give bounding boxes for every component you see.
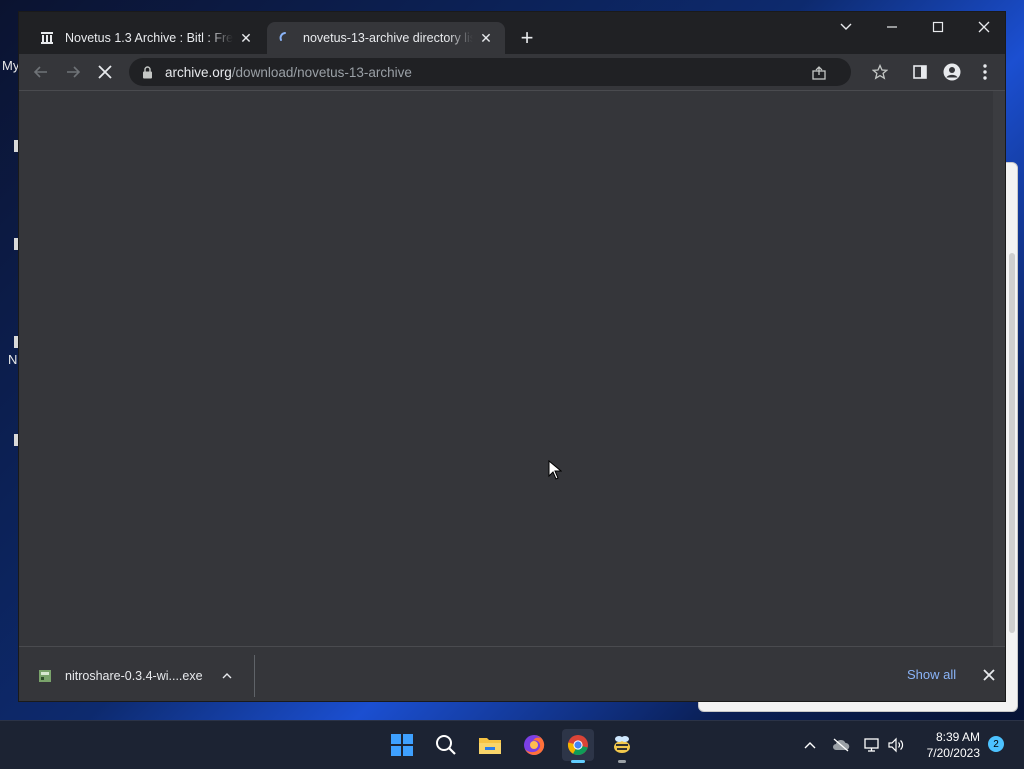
search-icon[interactable] bbox=[430, 729, 462, 761]
tab-novetus-archive[interactable]: Novetus 1.3 Archive : Bitl : Free D ✕ bbox=[29, 22, 265, 54]
browser-toolbar: archive.org/download/novetus-13-archive bbox=[19, 54, 1005, 91]
download-separator bbox=[254, 655, 255, 697]
desktop-label-n: N bbox=[8, 352, 18, 367]
tab-strip: Novetus 1.3 Archive : Bitl : Free D ✕ no… bbox=[19, 12, 1005, 54]
tab-title: novetus-13-archive directory listi bbox=[303, 31, 473, 45]
forward-arrow-icon[interactable] bbox=[59, 58, 87, 86]
page-content[interactable] bbox=[19, 91, 1005, 646]
tab-directory-listing[interactable]: novetus-13-archive directory listi ✕ bbox=[267, 22, 505, 54]
download-item[interactable]: nitroshare-0.3.4-wi....exe bbox=[37, 663, 235, 689]
page-scrollbar[interactable] bbox=[993, 91, 1005, 646]
download-file-name: nitroshare-0.3.4-wi....exe bbox=[65, 669, 203, 683]
tab-search-icon[interactable] bbox=[823, 12, 869, 42]
kebab-menu-icon[interactable] bbox=[976, 63, 994, 81]
app-icon[interactable] bbox=[606, 729, 638, 763]
new-tab-button[interactable]: + bbox=[515, 26, 539, 50]
file-explorer-icon[interactable] bbox=[474, 729, 506, 761]
close-tab-icon[interactable]: ✕ bbox=[237, 29, 255, 47]
share-icon[interactable] bbox=[810, 64, 828, 82]
stop-loading-icon[interactable] bbox=[91, 58, 119, 86]
side-panel-icon[interactable] bbox=[911, 63, 929, 81]
archive-icon bbox=[39, 30, 55, 46]
profile-icon[interactable] bbox=[943, 63, 961, 81]
maximize-icon[interactable] bbox=[915, 12, 961, 42]
clock-time: 8:39 AM bbox=[935, 730, 980, 744]
close-window-icon[interactable] bbox=[961, 12, 1005, 42]
url-text: archive.org/download/novetus-13-archive bbox=[165, 65, 412, 80]
active-app-indicator bbox=[571, 760, 585, 763]
system-clock[interactable]: 8:39 AM 7/20/2023 bbox=[918, 729, 980, 761]
lock-icon[interactable] bbox=[139, 64, 155, 80]
desktop-label-my: My bbox=[2, 58, 20, 73]
background-window-scrollbar[interactable] bbox=[1009, 253, 1015, 633]
running-app-indicator bbox=[618, 760, 626, 763]
show-all-downloads-link[interactable]: Show all bbox=[907, 667, 956, 682]
url-path: /download/novetus-13-archive bbox=[231, 64, 412, 80]
chrome-window: Novetus 1.3 Archive : Bitl : Free D ✕ no… bbox=[18, 11, 1006, 702]
star-icon[interactable] bbox=[871, 63, 889, 81]
close-download-shelf-icon[interactable] bbox=[979, 665, 999, 685]
close-tab-icon[interactable]: ✕ bbox=[477, 29, 495, 47]
back-arrow-icon[interactable] bbox=[27, 58, 55, 86]
tab-title: Novetus 1.3 Archive : Bitl : Free D bbox=[65, 31, 233, 45]
onedrive-offline-icon[interactable] bbox=[831, 735, 851, 755]
installer-file-icon bbox=[39, 670, 51, 682]
network-icon[interactable] bbox=[862, 735, 882, 755]
clock-date: 7/20/2023 bbox=[926, 746, 980, 760]
taskbar: 8:39 AM 7/20/2023 2 bbox=[0, 720, 1024, 769]
notification-badge[interactable]: 2 bbox=[988, 736, 1004, 752]
firefox-icon[interactable] bbox=[518, 729, 550, 761]
volume-icon[interactable] bbox=[886, 735, 906, 755]
address-bar[interactable]: archive.org/download/novetus-13-archive bbox=[129, 58, 851, 86]
chevron-up-icon[interactable] bbox=[800, 735, 820, 755]
mouse-cursor-icon bbox=[548, 460, 562, 480]
start-icon[interactable] bbox=[386, 729, 418, 761]
minimize-icon[interactable] bbox=[869, 12, 915, 42]
loading-spinner-icon bbox=[277, 30, 293, 46]
url-host: archive.org bbox=[165, 64, 232, 80]
download-shelf: nitroshare-0.3.4-wi....exe Show all bbox=[19, 646, 1005, 701]
chrome-icon[interactable] bbox=[562, 729, 594, 763]
chevron-up-icon[interactable] bbox=[219, 668, 235, 684]
